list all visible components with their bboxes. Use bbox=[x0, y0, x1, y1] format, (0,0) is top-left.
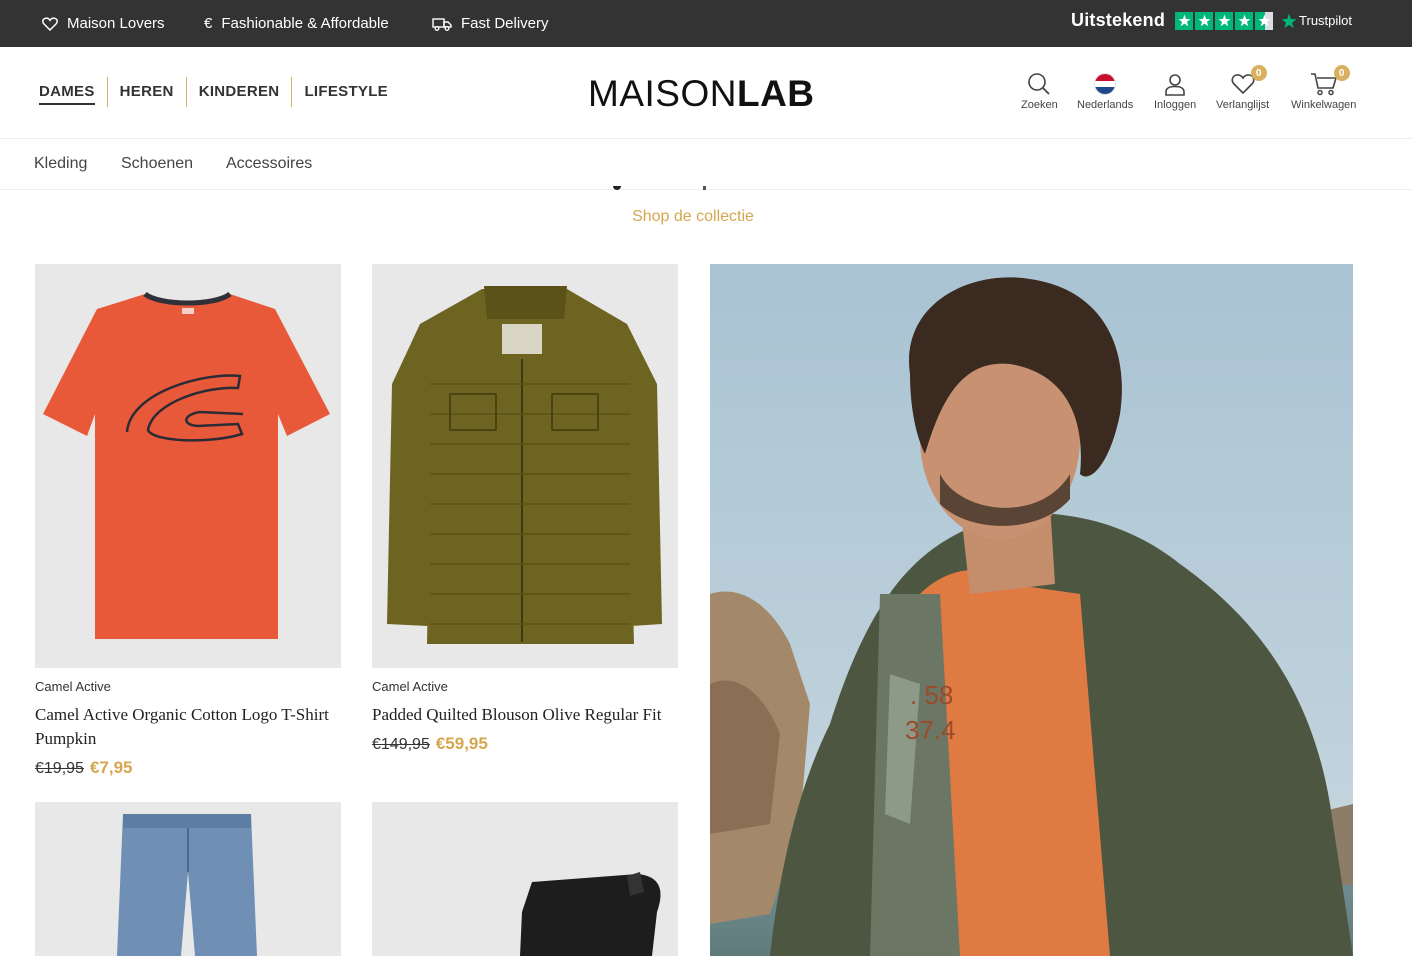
netherlands-flag-icon bbox=[1094, 73, 1117, 95]
heart-icon bbox=[42, 16, 58, 31]
shop-collection-link[interactable]: Shop de collectie bbox=[0, 208, 1386, 226]
sale-price: €59,95 bbox=[435, 734, 488, 753]
product-brand: Camel Active bbox=[35, 679, 111, 694]
usp-label: Maison Lovers bbox=[67, 15, 165, 32]
product-title[interactable]: Camel Active Organic Cotton Logo T-Shirt… bbox=[35, 703, 341, 751]
product-card[interactable] bbox=[35, 802, 341, 956]
usp-fashionable: € Fashionable & Affordable bbox=[204, 0, 389, 47]
star-half-icon bbox=[1255, 11, 1274, 30]
login-label: Inloggen bbox=[1154, 99, 1197, 111]
category-subnav: Kleding Schoenen Accessoires bbox=[0, 140, 1412, 190]
euro-icon: € bbox=[204, 15, 213, 32]
sale-price: €7,95 bbox=[89, 758, 133, 777]
trustpilot-star-icon bbox=[1281, 13, 1297, 28]
truck-icon bbox=[432, 17, 452, 31]
search-button[interactable]: Zoeken bbox=[1021, 69, 1058, 111]
product-card[interactable] bbox=[372, 802, 678, 956]
product-price: €19,95 €7,95 bbox=[35, 758, 341, 778]
product-image[interactable] bbox=[35, 264, 341, 668]
jacket-image bbox=[372, 264, 678, 668]
hero-campaign-image[interactable]: . 58 37.4 bbox=[710, 264, 1353, 956]
usp-bar: Maison Lovers € Fashionable & Affordable… bbox=[0, 0, 1412, 47]
product-title[interactable]: Padded Quilted Blouson Olive Regular Fit bbox=[372, 703, 678, 727]
language-label: Nederlands bbox=[1077, 99, 1134, 111]
cart-label: Winkelwagen bbox=[1291, 99, 1357, 111]
product-card[interactable]: Camel Active Camel Active Organic Cotton… bbox=[35, 264, 341, 778]
trustpilot-brand-name: Trustpilot bbox=[1299, 13, 1353, 28]
usp-maison-lovers: Maison Lovers bbox=[42, 0, 165, 47]
product-image[interactable] bbox=[372, 802, 678, 956]
model-photo: . 58 37.4 bbox=[710, 264, 1353, 956]
svg-text:37.4: 37.4 bbox=[905, 715, 956, 745]
product-image[interactable] bbox=[372, 264, 678, 668]
product-brand: Camel Active bbox=[372, 679, 448, 694]
wishlist-label: Verlanglijst bbox=[1216, 99, 1270, 111]
subnav-accessoires[interactable]: Accessoires bbox=[226, 155, 312, 173]
old-price: €19,95 bbox=[35, 760, 84, 777]
star-icon bbox=[1175, 11, 1194, 30]
user-icon bbox=[1163, 69, 1187, 99]
wishlist-count-badge: 0 bbox=[1250, 65, 1267, 81]
site-header: DAMES HEREN KINDEREN LIFESTYLE MAISONLAB… bbox=[0, 47, 1412, 139]
product-image[interactable] bbox=[35, 802, 341, 956]
usp-fast-delivery: Fast Delivery bbox=[432, 0, 549, 47]
language-selector[interactable]: Nederlands bbox=[1077, 69, 1133, 111]
old-price: €149,95 bbox=[372, 736, 430, 753]
trustpilot-rating-label: Uitstekend bbox=[1071, 10, 1166, 30]
tshirt-image bbox=[35, 264, 341, 668]
boot-image bbox=[372, 802, 678, 956]
search-label: Zoeken bbox=[1021, 99, 1058, 111]
search-icon bbox=[1027, 69, 1051, 99]
wishlist-button[interactable]: 0 Verlanglijst bbox=[1216, 65, 1270, 111]
cart-button[interactable]: 0 Winkelwagen bbox=[1291, 65, 1357, 111]
trustpilot-widget[interactable]: Uitstekend Trustpilot bbox=[1071, 0, 1352, 41]
jeans-image bbox=[35, 802, 341, 956]
subnav-kleding[interactable]: Kleding bbox=[34, 155, 87, 173]
subnav-schoenen[interactable]: Schoenen bbox=[121, 155, 193, 173]
header-utilities: Zoeken Nederlands Inloggen 0 Verlanglijs… bbox=[0, 65, 1412, 119]
usp-label: Fast Delivery bbox=[461, 15, 549, 32]
product-price: €149,95 €59,95 bbox=[372, 734, 678, 754]
trustpilot-logo: Trustpilot bbox=[1281, 13, 1352, 29]
star-icon bbox=[1195, 11, 1214, 30]
clipped-heading-fragment bbox=[703, 186, 706, 190]
star-icon bbox=[1235, 11, 1254, 30]
cart-count-badge: 0 bbox=[1333, 65, 1350, 81]
product-card[interactable]: Camel Active Padded Quilted Blouson Oliv… bbox=[372, 264, 678, 754]
star-icon bbox=[1215, 11, 1234, 30]
shirt-print: . 58 bbox=[910, 680, 953, 710]
login-button[interactable]: Inloggen bbox=[1154, 69, 1196, 111]
usp-label: Fashionable & Affordable bbox=[221, 15, 389, 32]
trustpilot-stars bbox=[1175, 11, 1274, 30]
